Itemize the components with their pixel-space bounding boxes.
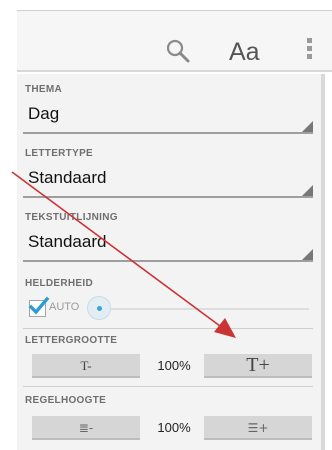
alignment-label: TEKSTUITLIJNING (25, 212, 118, 223)
font-size-button[interactable]: Aa (229, 38, 260, 66)
auto-brightness-label: AUTO (49, 301, 80, 313)
dropdown-corner-icon (302, 121, 313, 132)
screen: Aa THEMA Dag LETTERTYPE Standaard TEKSTU… (0, 0, 332, 450)
auto-brightness-checkbox[interactable] (28, 296, 50, 317)
divider (23, 328, 313, 329)
font-size-increase-button[interactable]: T+ (204, 354, 312, 378)
line-height-label: REGELHOOGTE (25, 395, 107, 406)
checkmark-icon (28, 296, 50, 315)
font-size-value: 100% (157, 358, 191, 373)
alignment-value: Standaard (28, 232, 107, 251)
search-icon[interactable] (164, 37, 192, 65)
font-size-row: T- 100% T+ (27, 354, 317, 380)
alignment-underline (23, 260, 313, 262)
dropdown-corner-icon (302, 249, 313, 260)
line-height-increase-button[interactable]: ☰+ (204, 416, 312, 440)
brightness-slider[interactable] (87, 296, 309, 322)
theme-underline (23, 132, 313, 134)
line-height-decrease-button[interactable]: ≣- (32, 416, 140, 440)
theme-label: THEMA (25, 84, 63, 95)
theme-spinner[interactable]: Dag (23, 100, 313, 134)
action-bar: Aa (17, 10, 332, 72)
font-size-decrease-button[interactable]: T- (32, 354, 140, 378)
font-label: LETTERTYPE (25, 148, 94, 159)
reader-settings-panel: THEMA Dag LETTERTYPE Standaard TEKSTUITL… (17, 74, 325, 450)
dropdown-corner-icon (302, 185, 313, 196)
font-underline (23, 196, 313, 198)
font-value: Standaard (28, 168, 107, 187)
overflow-menu-icon[interactable] (307, 38, 313, 62)
line-height-row: ≣- 100% ☰+ (27, 416, 317, 442)
slider-track (99, 308, 309, 310)
theme-value: Dag (28, 104, 60, 123)
brightness-label: HELDERHEID (25, 278, 94, 289)
divider (23, 386, 313, 387)
brightness-row: AUTO (28, 296, 319, 324)
font-spinner[interactable]: Standaard (23, 164, 313, 198)
alignment-spinner[interactable]: Standaard (23, 228, 313, 262)
line-height-value: 100% (157, 420, 191, 435)
slider-thumb[interactable] (87, 296, 111, 320)
font-size-label: LETTERGROOTTE (25, 335, 118, 346)
